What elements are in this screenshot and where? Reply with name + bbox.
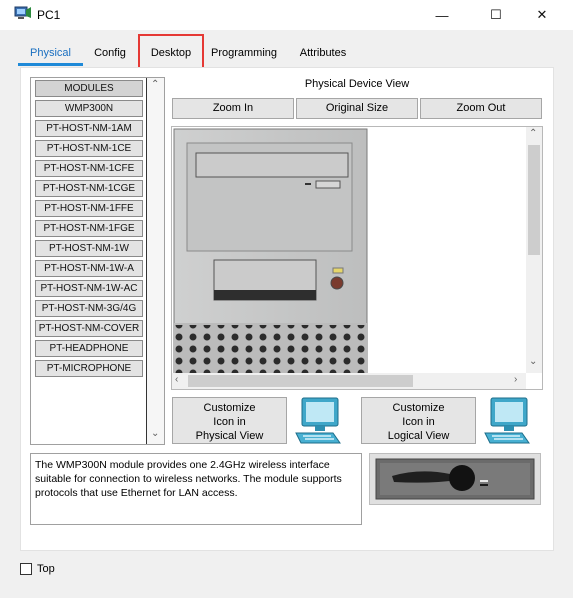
module-button[interactable]: PT-HOST-NM-3G/4G (35, 300, 143, 317)
module-button[interactable]: PT-HOST-NM-1FGE (35, 220, 143, 237)
maximize-button[interactable]: ☐ (474, 0, 518, 30)
chevron-down-icon[interactable]: ⌄ (529, 356, 537, 367)
minimize-icon: — (435, 7, 449, 23)
module-description: The WMP300N module provides one 2.4GHz w… (30, 453, 362, 525)
module-button[interactable]: PT-HEADPHONE (35, 340, 143, 357)
module-button[interactable]: PT-HOST-NM-1CGE (35, 180, 143, 197)
vertical-scroll-thumb[interactable] (528, 145, 540, 255)
tab-physical[interactable]: Physical (18, 40, 83, 66)
tab-attributes[interactable]: Attributes (290, 40, 356, 66)
module-button[interactable]: PT-MICROPHONE (35, 360, 143, 377)
tab-bar: Physical Config Desktop Programming Attr… (18, 40, 558, 66)
customize-physical-line3: Physical View (195, 430, 264, 442)
module-button[interactable]: PT-HOST-NM-1W (35, 240, 143, 257)
tab-config[interactable]: Config (86, 40, 134, 66)
packet-tracer-pc-icon (14, 6, 31, 19)
module-button[interactable]: PT-HOST-NM-1W-A (35, 260, 143, 277)
minimize-button[interactable]: — (420, 0, 464, 30)
chevron-right-icon[interactable]: › (514, 374, 517, 385)
pc-monitor-icon (295, 397, 341, 444)
module-list-scrollbar[interactable]: ⌃ ⌄ (147, 78, 164, 444)
module-button[interactable]: PT-HOST-NM-1AM (35, 120, 143, 137)
module-button[interactable]: PT-HOST-NM-COVER (35, 320, 143, 337)
tab-programming[interactable]: Programming (208, 40, 280, 66)
customize-logical-line3: Logical View (387, 430, 450, 442)
module-button[interactable]: WMP300N (35, 100, 143, 117)
chevron-down-icon[interactable]: ⌄ (151, 428, 159, 439)
customize-physical-line1: Customize (203, 402, 256, 414)
customize-physical-line2: Icon in (213, 416, 246, 428)
customize-logical-line2: Icon in (402, 416, 435, 428)
module-button[interactable]: PT-HOST-NM-1CFE (35, 160, 143, 177)
zoom-in-button[interactable]: Zoom In (172, 98, 294, 119)
window-title: PC1 (37, 8, 61, 22)
module-button[interactable]: PT-HOST-NM-1CE (35, 140, 143, 157)
chevron-up-icon[interactable]: ⌃ (529, 128, 537, 139)
module-button[interactable]: PT-HOST-NM-1W-AC (35, 280, 143, 297)
module-image (369, 453, 541, 505)
physical-device-view-label: Physical Device View (304, 78, 410, 90)
chevron-left-icon[interactable]: ‹ (175, 374, 178, 385)
top-checkbox-label: Top (37, 563, 55, 575)
device-viewport[interactable] (171, 126, 543, 390)
maximize-icon: ☐ (490, 7, 502, 22)
customize-physical-icon-button[interactable]: Customize Icon in Physical View (172, 397, 287, 444)
zoom-out-button[interactable]: Zoom Out (420, 98, 542, 119)
pc-tower-image (173, 128, 368, 389)
top-checkbox[interactable] (20, 563, 32, 575)
module-button[interactable]: PT-HOST-NM-1FFE (35, 200, 143, 217)
module-button[interactable]: MODULES (35, 80, 143, 97)
close-icon: ✕ (536, 7, 548, 22)
original-size-button[interactable]: Original Size (296, 98, 418, 119)
horizontal-scroll-thumb[interactable] (188, 375, 413, 387)
customize-logical-line1: Customize (392, 402, 445, 414)
chevron-up-icon[interactable]: ⌃ (151, 79, 159, 90)
close-button[interactable]: ✕ (520, 0, 564, 30)
customize-logical-icon-button[interactable]: Customize Icon in Logical View (361, 397, 476, 444)
pc-monitor-icon (484, 397, 530, 444)
